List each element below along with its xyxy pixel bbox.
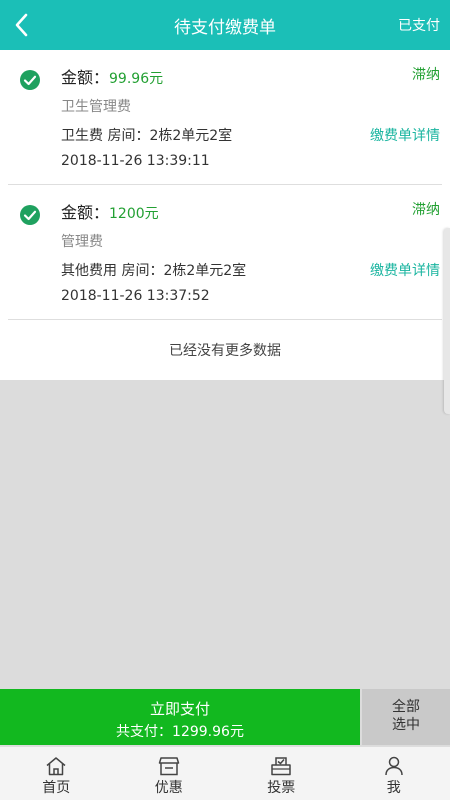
select-all-label-1: 全部 — [392, 699, 420, 715]
tab-me-label: 我 — [386, 780, 401, 796]
amount-row: 金额：99.96元 — [61, 64, 163, 88]
tab-vote-label: 投票 — [267, 780, 296, 796]
page-title: 待支付缴费单 — [174, 17, 276, 38]
amount-row: 金额：1200元 — [61, 199, 159, 223]
app-screen: 待支付缴费单 已支付 金额：99.96元 滞纳 卫生管理费 卫生费 房间：2栋2… — [0, 0, 450, 800]
overdue-status: 滞纳 — [412, 202, 440, 218]
fee-category: 管理费 — [61, 234, 103, 250]
pay-now-button[interactable]: 立即支付 共支付：1299.96元 — [0, 689, 360, 745]
amount-value: 99.96元 — [109, 71, 164, 87]
fee-room-info: 卫生费 房间：2栋2单元2室 — [61, 128, 233, 144]
bill-item[interactable]: 金额：99.96元 滞纳 卫生管理费 卫生费 房间：2栋2单元2室 缴费单详情 … — [8, 50, 442, 185]
checked-circle-icon[interactable] — [20, 205, 40, 225]
store-icon — [158, 757, 179, 776]
tab-home-label: 首页 — [42, 780, 71, 796]
list-end-message: 已经没有更多数据 — [169, 343, 281, 359]
scrollbar[interactable] — [444, 228, 450, 414]
header-bar: 待支付缴费单 已支付 — [0, 0, 450, 50]
tab-vote[interactable]: 投票 — [225, 747, 338, 800]
select-all-label-2: 选中 — [392, 717, 420, 733]
tab-home[interactable]: 首页 — [0, 747, 113, 800]
chevron-left-icon — [15, 13, 28, 37]
tab-offers[interactable]: 优惠 — [113, 747, 226, 800]
paid-bills-link[interactable]: 已支付 — [398, 15, 440, 35]
overdue-status: 滞纳 — [412, 67, 440, 83]
person-icon — [385, 756, 403, 776]
checked-circle-icon[interactable] — [20, 70, 40, 90]
bill-detail-link[interactable]: 缴费单详情 — [370, 125, 440, 145]
pay-total: 共支付：1299.96元 — [116, 724, 244, 740]
bill-detail-link[interactable]: 缴费单详情 — [370, 260, 440, 280]
tab-offers-label: 优惠 — [154, 780, 183, 796]
bill-time: 2018-11-26 13:39:11 — [61, 153, 210, 169]
pay-bar: 立即支付 共支付：1299.96元 全部 选中 — [0, 689, 450, 745]
pay-now-label: 立即支付 — [149, 700, 210, 718]
bill-list: 金额：99.96元 滞纳 卫生管理费 卫生费 房间：2栋2单元2室 缴费单详情 … — [0, 50, 450, 380]
tab-bar: 首页 优惠 投票 我 — [0, 746, 450, 800]
amount-label: 金额： — [61, 68, 110, 87]
back-button[interactable] — [6, 10, 36, 40]
amount-value: 1200元 — [109, 206, 159, 222]
vote-icon — [271, 757, 291, 776]
tab-me[interactable]: 我 — [338, 747, 450, 800]
fee-room-info: 其他费用 房间：2栋2单元2室 — [61, 263, 247, 279]
home-icon — [46, 757, 66, 776]
select-all-button[interactable]: 全部 选中 — [362, 689, 450, 745]
fee-category: 卫生管理费 — [61, 99, 131, 115]
bill-item[interactable]: 金额：1200元 滞纳 管理费 其他费用 房间：2栋2单元2室 缴费单详情 20… — [8, 185, 442, 320]
bill-time: 2018-11-26 13:37:52 — [61, 288, 210, 304]
amount-label: 金额： — [61, 203, 110, 222]
